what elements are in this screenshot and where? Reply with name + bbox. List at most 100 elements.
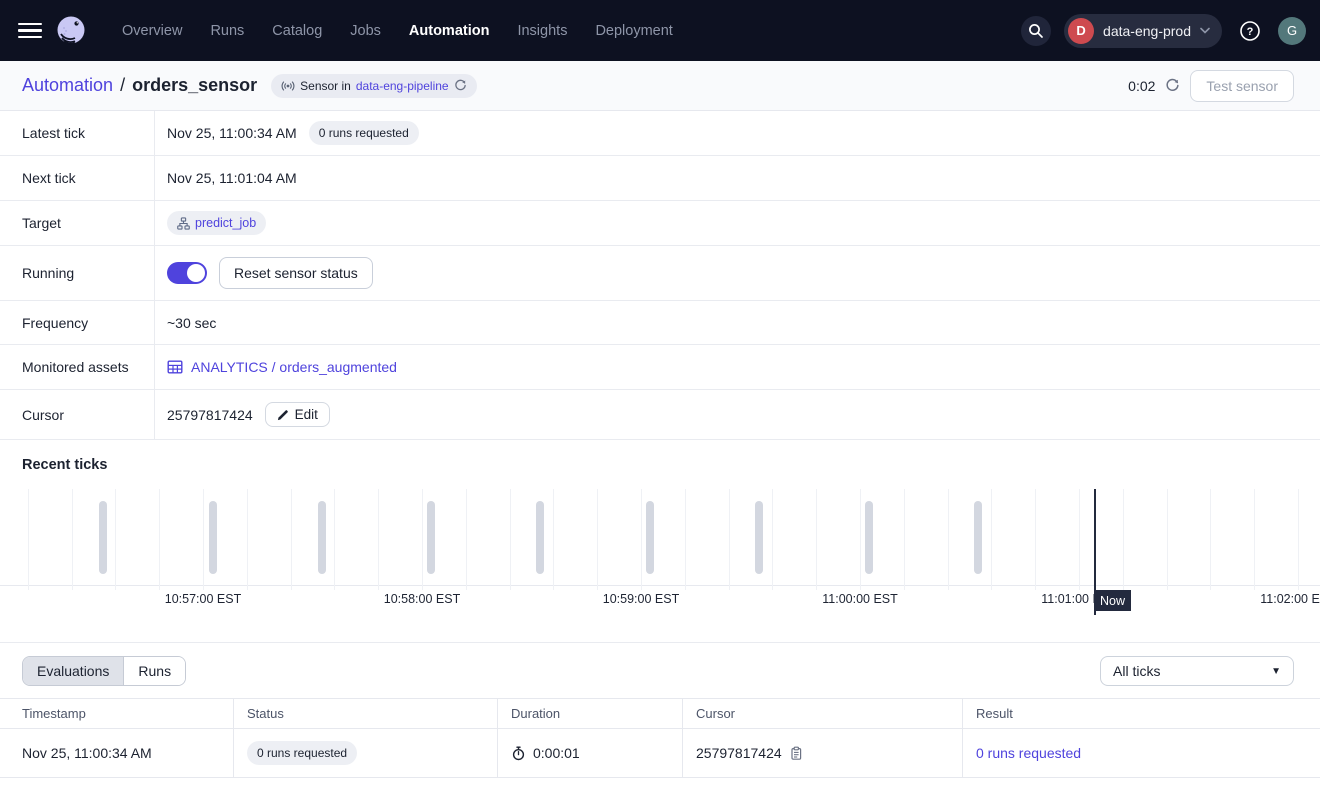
latest-tick-time: Nov 25, 11:00:34 AM — [167, 125, 297, 141]
chart-gridline — [72, 489, 73, 590]
sensor-location-badge: Sensor in data-eng-pipeline — [271, 74, 476, 98]
target-label: Target — [0, 201, 155, 245]
code-location-link[interactable]: data-eng-pipeline — [356, 79, 449, 93]
chart-gridline — [291, 489, 292, 590]
column-header-timestamp: Timestamp — [0, 699, 233, 728]
tick-bar[interactable] — [865, 501, 873, 574]
reset-sensor-status-button[interactable]: Reset sensor status — [219, 257, 373, 289]
chart-gridline — [422, 489, 423, 590]
tick-bar[interactable] — [646, 501, 654, 574]
test-sensor-button[interactable]: Test sensor — [1190, 70, 1294, 102]
row-next-tick: Next tick Nov 25, 11:01:04 AM — [0, 156, 1320, 201]
primary-nav: Overview Runs Catalog Jobs Automation Insight… — [122, 23, 673, 39]
sensor-icon — [281, 79, 295, 93]
row-frequency: Frequency ~30 sec — [0, 301, 1320, 345]
workspace-switcher[interactable]: D data-eng-prod — [1064, 14, 1222, 48]
chart-gridline — [772, 489, 773, 590]
monitored-asset-key: ANALYTICS / orders_augmented — [191, 359, 397, 375]
chart-gridline — [115, 489, 116, 590]
tick-bar[interactable] — [536, 501, 544, 574]
workspace-name: data-eng-prod — [1103, 23, 1191, 39]
edit-cursor-button[interactable]: Edit — [265, 402, 330, 427]
axis-label: 11:02:00 EST — [1260, 592, 1320, 606]
pencil-icon — [277, 409, 289, 421]
chart-gridline — [948, 489, 949, 590]
target-job-pill[interactable]: predict_job — [167, 211, 266, 235]
next-tick-time: Nov 25, 11:01:04 AM — [167, 170, 297, 186]
menu-icon[interactable] — [18, 19, 42, 43]
breadcrumb-automation-link[interactable]: Automation — [22, 75, 113, 96]
row-latest-tick: Latest tick Nov 25, 11:00:34 AM 0 runs r… — [0, 111, 1320, 156]
tick-bar[interactable] — [99, 501, 107, 574]
evaluations-section: EvaluationsRuns All ticks ▼ TimestampSta… — [0, 642, 1320, 778]
chart-gridline — [860, 489, 861, 590]
job-icon — [177, 217, 190, 230]
cursor-label: Cursor — [0, 390, 155, 439]
row-target: Target predict_job — [0, 201, 1320, 246]
frequency-value: ~30 sec — [167, 315, 216, 331]
user-avatar[interactable]: G — [1278, 17, 1306, 45]
cell-duration: 0:00:01 — [533, 745, 580, 761]
column-header-status: Status — [233, 699, 497, 728]
tick-bar[interactable] — [755, 501, 763, 574]
monitored-assets-label: Monitored assets — [0, 345, 155, 389]
refresh-icon[interactable] — [1165, 78, 1180, 93]
topnav-right: D data-eng-prod ? G — [1021, 14, 1306, 48]
page-title: orders_sensor — [132, 75, 257, 96]
help-icon[interactable]: ? — [1235, 16, 1265, 46]
reload-icon[interactable] — [454, 79, 467, 92]
chart-gridline — [1210, 489, 1211, 590]
nav-item-deployment[interactable]: Deployment — [595, 23, 672, 39]
tick-bar[interactable] — [974, 501, 982, 574]
next-tick-label: Next tick — [0, 156, 155, 200]
result-link[interactable]: 0 runs requested — [976, 745, 1081, 761]
controls-row: EvaluationsRuns All ticks ▼ — [0, 643, 1320, 698]
now-badge: Now — [1094, 590, 1131, 611]
axis-label: 10:57:00 EST — [165, 592, 241, 606]
row-monitored-assets: Monitored assets ANALYTICS / orders_augm… — [0, 345, 1320, 390]
nav-item-insights[interactable]: Insights — [517, 23, 567, 39]
status-badge: 0 runs requested — [247, 741, 357, 765]
nav-item-jobs[interactable]: Jobs — [350, 23, 381, 39]
latest-tick-label: Latest tick — [0, 111, 155, 155]
top-nav: Overview Runs Catalog Jobs Automation Insight… — [0, 0, 1320, 61]
nav-item-runs[interactable]: Runs — [210, 23, 244, 39]
nav-item-catalog[interactable]: Catalog — [272, 23, 322, 39]
row-running: Running Reset sensor status — [0, 246, 1320, 301]
target-job-link[interactable]: predict_job — [195, 216, 256, 230]
chart-gridline — [510, 489, 511, 590]
copy-cursor-icon[interactable] — [789, 746, 803, 760]
chart-gridline — [641, 489, 642, 590]
recent-ticks-title: Recent ticks — [0, 440, 1320, 473]
chart-gridline — [685, 489, 686, 590]
chart-gridline — [334, 489, 335, 590]
search-icon[interactable] — [1021, 16, 1051, 46]
sensor-badge-text: Sensor in — [300, 79, 351, 93]
breadcrumb-separator: / — [120, 75, 125, 96]
table-row: Nov 25, 11:00:34 AM 0 runs requested 0:0… — [0, 729, 1320, 778]
chart-gridline — [904, 489, 905, 590]
tick-bar[interactable] — [318, 501, 326, 574]
monitored-asset-link[interactable]: ANALYTICS / orders_augmented — [167, 359, 397, 375]
tick-bar[interactable] — [209, 501, 217, 574]
chart-gridline — [597, 489, 598, 590]
chart-gridline — [378, 489, 379, 590]
nav-item-overview[interactable]: Overview — [122, 23, 182, 39]
asset-table-icon — [167, 359, 183, 375]
nav-item-automation[interactable]: Automation — [409, 23, 490, 39]
chevron-down-icon — [1200, 27, 1210, 34]
chart-gridline — [466, 489, 467, 590]
page-header: Automation / orders_sensor Sensor in dat… — [0, 61, 1320, 111]
axis-label: 11:00:00 EST — [822, 592, 898, 606]
tick-filter-dropdown[interactable]: All ticks ▼ — [1100, 656, 1294, 686]
axis-label: 10:58:00 EST — [384, 592, 460, 606]
dagster-logo-icon[interactable] — [52, 12, 90, 50]
tick-bar[interactable] — [427, 501, 435, 574]
chart-gridline — [1079, 489, 1080, 590]
cell-timestamp[interactable]: Nov 25, 11:00:34 AM — [0, 729, 233, 777]
column-header-duration: Duration — [497, 699, 682, 728]
running-toggle[interactable] — [167, 262, 207, 284]
tab-evaluations[interactable]: Evaluations — [23, 657, 123, 685]
tab-runs[interactable]: Runs — [123, 657, 185, 685]
column-header-result: Result — [962, 699, 1320, 728]
